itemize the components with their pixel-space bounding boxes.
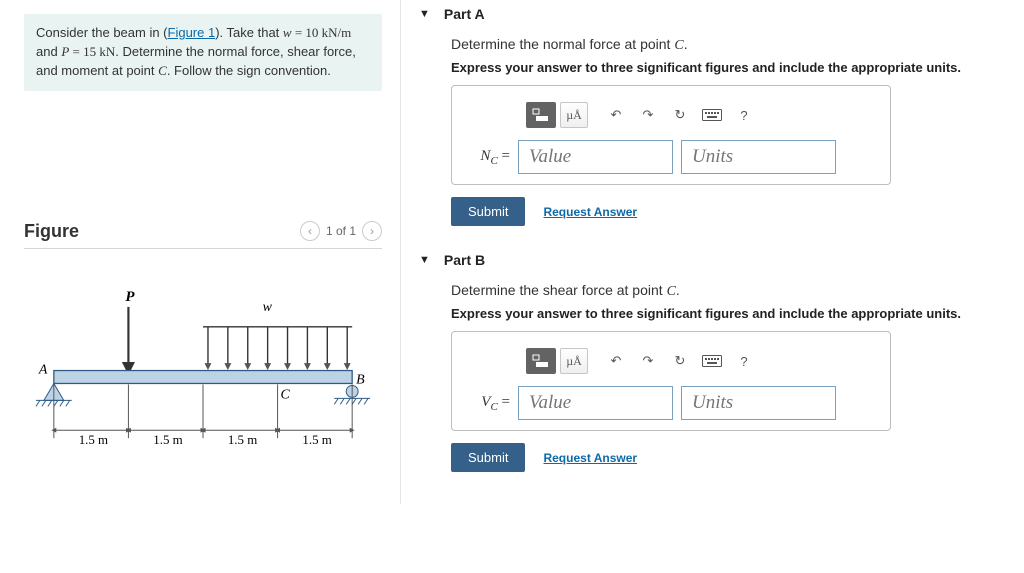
- template-icon[interactable]: [526, 102, 556, 128]
- part-a-units-input[interactable]: [681, 140, 836, 174]
- part-b: ▼ Part B Determine the shear force at po…: [419, 252, 1006, 472]
- label-B: B: [356, 372, 365, 387]
- collapse-icon: ▼: [419, 254, 430, 266]
- figure-link[interactable]: Figure 1: [168, 25, 216, 40]
- part-b-answer-box: µÅ ↶ ↷ ↻ ? VC =: [451, 331, 891, 431]
- redo-icon[interactable]: ↷: [634, 348, 662, 374]
- undo-icon[interactable]: ↶: [602, 348, 630, 374]
- part-a-value-input[interactable]: [518, 140, 673, 174]
- part-b-request-answer-link[interactable]: Request Answer: [543, 451, 637, 465]
- keyboard-icon[interactable]: [698, 102, 726, 128]
- template-icon[interactable]: [526, 348, 556, 374]
- part-b-variable: VC =: [462, 394, 510, 413]
- part-a-bold: Express your answer to three significant…: [451, 60, 1006, 75]
- part-b-header[interactable]: ▼ Part B: [419, 252, 1006, 268]
- redo-icon[interactable]: ↷: [634, 102, 662, 128]
- dim-3: 1.5 m: [228, 432, 257, 447]
- help-icon[interactable]: ?: [730, 102, 758, 128]
- label-C: C: [281, 387, 291, 402]
- part-b-bold: Express your answer to three significant…: [451, 306, 1006, 321]
- label-P: P: [125, 289, 135, 305]
- problem-statement: Consider the beam in (Figure 1). Take th…: [24, 14, 382, 91]
- undo-icon[interactable]: ↶: [602, 102, 630, 128]
- problem-text: Consider the beam in (: [36, 25, 168, 40]
- figure-pager: ‹ 1 of 1 ›: [300, 221, 382, 241]
- part-a-instruction: Determine the normal force at point C.: [451, 36, 1006, 54]
- label-A: A: [38, 362, 48, 377]
- part-a-request-answer-link[interactable]: Request Answer: [543, 205, 637, 219]
- part-a-header[interactable]: ▼ Part A: [419, 6, 1006, 22]
- figure-prev-button[interactable]: ‹: [300, 221, 320, 241]
- help-icon[interactable]: ?: [730, 348, 758, 374]
- label-w: w: [263, 299, 273, 314]
- part-b-submit-button[interactable]: Submit: [451, 443, 525, 472]
- part-a-answer-box: µÅ ↶ ↷ ↻ ? NC =: [451, 85, 891, 185]
- part-a-variable: NC =: [462, 148, 510, 167]
- part-b-title: Part B: [444, 252, 485, 268]
- dim-1: 1.5 m: [79, 432, 108, 447]
- dim-4: 1.5 m: [302, 432, 331, 447]
- part-a-title: Part A: [444, 6, 485, 22]
- part-a: ▼ Part A Determine the normal force at p…: [419, 6, 1006, 226]
- part-b-instruction: Determine the shear force at point C.: [451, 282, 1006, 300]
- part-a-submit-button[interactable]: Submit: [451, 197, 525, 226]
- units-picker-button[interactable]: µÅ: [560, 102, 588, 128]
- figure-next-button[interactable]: ›: [362, 221, 382, 241]
- dim-2: 1.5 m: [153, 432, 182, 447]
- part-b-units-input[interactable]: [681, 386, 836, 420]
- beam-figure: P w A: [24, 289, 382, 478]
- figure-pager-label: 1 of 1: [326, 224, 356, 238]
- figure-title: Figure: [24, 221, 79, 242]
- reset-icon[interactable]: ↻: [666, 348, 694, 374]
- units-picker-button[interactable]: µÅ: [560, 348, 588, 374]
- keyboard-icon[interactable]: [698, 348, 726, 374]
- reset-icon[interactable]: ↻: [666, 102, 694, 128]
- collapse-icon: ▼: [419, 8, 430, 20]
- part-b-value-input[interactable]: [518, 386, 673, 420]
